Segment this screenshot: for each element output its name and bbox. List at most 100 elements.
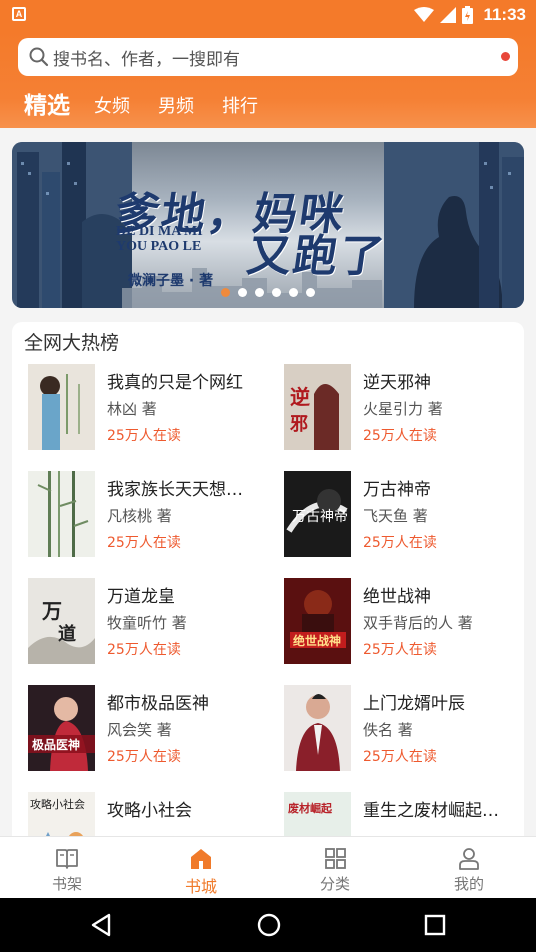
book-cover-image: 废材崛起 xyxy=(284,792,351,836)
banner-dot[interactable] xyxy=(238,288,247,297)
book-title: 逆天邪神 xyxy=(363,373,431,393)
search-bar[interactable]: 搜书名、作者，一搜即有 xyxy=(18,38,518,76)
svg-text:万古神帝: 万古神帝 xyxy=(292,509,348,525)
channel-tabs: 精选 女频 男频 排行 xyxy=(0,88,286,128)
book-item[interactable]: 极品医神 都市极品医神 风会笑 著 25万人在读 xyxy=(28,685,278,775)
banner-pinyin-line2: YOU PAO LE xyxy=(116,239,202,254)
bookshelf-icon xyxy=(56,849,78,869)
book-title: 上门龙婿叶辰 xyxy=(363,694,465,714)
status-bar: A 11:33 xyxy=(0,0,536,30)
svg-text:邪: 邪 xyxy=(289,414,308,435)
book-item[interactable]: 我家族长天天想… 凡核桃 著 25万人在读 xyxy=(28,471,278,561)
book-author: 牧童听竹 著 xyxy=(107,614,187,632)
tab-male[interactable]: 男频 xyxy=(158,92,194,128)
nav-label: 我的 xyxy=(453,875,484,893)
svg-text:逆: 逆 xyxy=(290,385,310,409)
store-icon xyxy=(191,849,211,869)
promo-banner[interactable]: 爹地，妈咪 又跑了 DE DI MA MI YOU PAO LE 微澜子墨 · … xyxy=(12,142,524,308)
book-cover-image xyxy=(284,685,351,771)
svg-text:道: 道 xyxy=(58,623,76,645)
book-readers: 25万人在读 xyxy=(107,642,181,658)
banner-author: 微澜子墨 · 著 xyxy=(128,273,214,289)
book-cover-image: 攻略小社会 xyxy=(28,792,95,836)
book-title: 都市极品医神 xyxy=(107,694,209,714)
book-title: 重生之废材崛起… xyxy=(363,801,499,821)
book-author: 佚名 著 xyxy=(363,721,413,739)
nav-label: 分类 xyxy=(319,875,350,893)
book-item[interactable]: 逆邪 逆天邪神 火星引力 著 25万人在读 xyxy=(284,364,534,454)
book-author: 凡核桃 著 xyxy=(107,507,172,525)
book-cover-image xyxy=(28,364,95,450)
profile-icon xyxy=(459,848,479,870)
book-item[interactable]: 攻略小社会 攻略小社会 xyxy=(28,792,278,836)
book-author: 火星引力 著 xyxy=(363,400,443,418)
book-author: 风会笑 著 xyxy=(107,721,172,739)
book-readers: 25万人在读 xyxy=(363,749,437,765)
book-item[interactable]: 绝世战神 绝世战神 双手背后的人 著 25万人在读 xyxy=(284,578,534,668)
book-title: 我家族长天天想… xyxy=(107,480,243,500)
book-cover-image: 极品医神 xyxy=(28,685,95,771)
book-readers: 25万人在读 xyxy=(107,749,181,765)
tab-female[interactable]: 女频 xyxy=(94,92,130,128)
book-title: 万道龙皇 xyxy=(107,587,175,607)
nav-category[interactable]: 分类 xyxy=(268,837,402,898)
nav-label: 书架 xyxy=(51,875,82,893)
book-cover-image: 万道 xyxy=(28,578,95,664)
banner-dot[interactable] xyxy=(221,288,230,297)
header: 搜书名、作者，一搜即有 精选 女频 男频 排行 xyxy=(0,30,536,128)
book-item[interactable]: 万古神帝 万古神帝 飞天鱼 著 25万人在读 xyxy=(284,471,534,561)
tab-featured[interactable]: 精选 xyxy=(24,86,70,128)
nav-bookstore[interactable]: 书城 xyxy=(134,837,268,898)
nav-label: 书城 xyxy=(184,877,217,896)
clock: 11:33 xyxy=(483,5,526,24)
search-placeholder: 搜书名、作者，一搜即有 xyxy=(53,49,240,70)
hot-ranking-card: 全网大热榜 我真的只是个网红 林凶 著 25万人在读 逆邪 逆天邪神 火星引力 … xyxy=(12,322,524,836)
ranking-title: 全网大热榜 xyxy=(24,332,120,354)
book-readers: 25万人在读 xyxy=(363,535,437,551)
book-author: 飞天鱼 著 xyxy=(363,507,428,525)
system-navigation-bar xyxy=(0,898,536,952)
svg-text:万: 万 xyxy=(41,599,62,623)
banner-pinyin-line1: DE DI MA MI xyxy=(116,224,203,239)
book-cover-image: 逆邪 xyxy=(284,364,351,450)
banner-dot[interactable] xyxy=(289,288,298,297)
banner-dot[interactable] xyxy=(306,288,315,297)
nav-profile[interactable]: 我的 xyxy=(402,837,536,898)
book-item[interactable]: 上门龙婿叶辰 佚名 著 25万人在读 xyxy=(284,685,534,775)
main-content[interactable]: 爹地，妈咪 又跑了 DE DI MA MI YOU PAO LE 微澜子墨 · … xyxy=(0,128,536,836)
system-icons: 11:33 xyxy=(414,4,526,26)
nav-bookshelf[interactable]: 书架 xyxy=(0,837,134,898)
recent-apps-icon[interactable] xyxy=(424,913,446,937)
app-notification-icon: A xyxy=(12,7,26,21)
category-icon xyxy=(325,848,346,869)
book-readers: 25万人在读 xyxy=(363,428,437,444)
book-cover-image: 绝世战神 xyxy=(284,578,351,664)
book-item[interactable]: 废材崛起 重生之废材崛起… xyxy=(284,792,534,836)
svg-text:攻略小社会: 攻略小社会 xyxy=(30,797,85,811)
book-readers: 25万人在读 xyxy=(363,642,437,658)
banner-dot[interactable] xyxy=(272,288,281,297)
signal-icon xyxy=(440,7,457,23)
tab-ranking[interactable]: 排行 xyxy=(222,92,258,128)
book-cover-image xyxy=(28,471,95,557)
banner-dot[interactable] xyxy=(255,288,264,297)
back-icon[interactable] xyxy=(90,913,112,937)
book-item[interactable]: 我真的只是个网红 林凶 著 25万人在读 xyxy=(28,364,278,454)
book-title: 绝世战神 xyxy=(363,587,431,607)
battery-icon xyxy=(462,6,474,24)
book-author: 林凶 著 xyxy=(107,400,157,418)
book-readers: 25万人在读 xyxy=(107,428,181,444)
banner-pagination xyxy=(12,288,524,297)
svg-text:极品医神: 极品医神 xyxy=(32,737,80,752)
svg-text:绝世战神: 绝世战神 xyxy=(293,633,341,648)
book-cover-image: 万古神帝 xyxy=(284,471,351,557)
book-title: 攻略小社会 xyxy=(107,801,192,821)
home-icon[interactable] xyxy=(257,913,281,937)
search-indicator-dot xyxy=(501,52,510,61)
bottom-navigation: 书架 书城 分类 我的 xyxy=(0,836,536,898)
svg-text:废材崛起: 废材崛起 xyxy=(288,801,333,815)
book-item[interactable]: 万道 万道龙皇 牧童听竹 著 25万人在读 xyxy=(28,578,278,668)
wifi-icon xyxy=(414,7,435,22)
book-title: 我真的只是个网红 xyxy=(107,373,243,393)
book-title: 万古神帝 xyxy=(363,480,431,500)
